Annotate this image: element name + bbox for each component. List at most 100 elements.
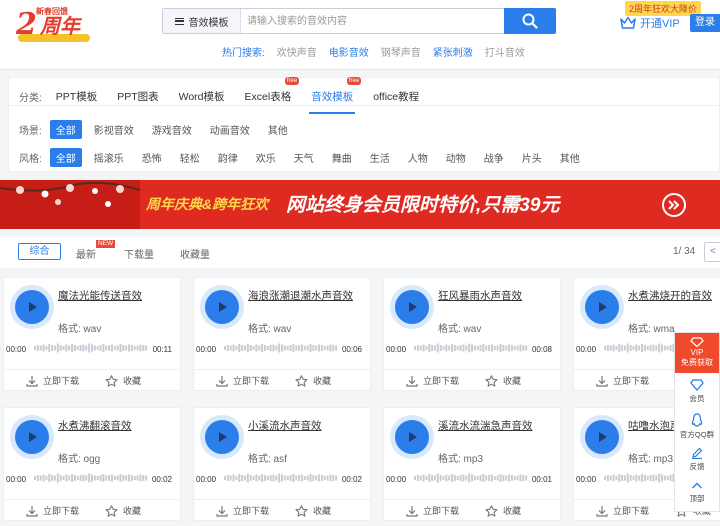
style-option[interactable]: 其他 <box>554 148 586 167</box>
style-option[interactable]: 片头 <box>516 148 548 167</box>
play-button[interactable] <box>200 285 244 329</box>
sort-newest[interactable]: 最新 <box>76 246 96 261</box>
download-button[interactable]: 立即下载 <box>26 504 79 517</box>
favorite-button[interactable]: 收藏 <box>485 504 521 517</box>
download-button[interactable]: 立即下载 <box>596 504 649 517</box>
waveform[interactable] <box>414 342 528 354</box>
sort-downloads[interactable]: 下载量 <box>124 246 154 261</box>
download-button[interactable]: 立即下载 <box>406 504 459 517</box>
category-audio[interactable]: 音效模板 free <box>305 77 362 114</box>
style-option[interactable]: 摇滚乐 <box>88 148 130 167</box>
audio-card[interactable]: 狂风暴雨水声音效 格式: wav 00:00 00:08 立即下载 收藏 <box>383 277 561 391</box>
sort-default[interactable]: 综合 <box>18 243 61 260</box>
audio-title[interactable]: 狂风暴雨水声音效 <box>438 288 522 303</box>
favorite-button[interactable]: 收藏 <box>485 374 521 387</box>
feedback-button[interactable]: 反馈 <box>675 447 719 472</box>
audio-title[interactable]: 海浪涨潮退潮水声音效 <box>248 288 353 303</box>
waveform[interactable] <box>34 342 148 354</box>
play-button[interactable] <box>580 285 624 329</box>
download-icon <box>26 375 38 387</box>
time-end: 00:08 <box>531 345 552 354</box>
style-option[interactable]: 战争 <box>478 148 510 167</box>
login-button[interactable]: 登录 <box>690 14 720 32</box>
audio-card[interactable]: 海浪涨潮退潮水声音效 格式: wav 00:00 00:06 立即下载 收藏 <box>193 277 371 391</box>
search-category-select[interactable]: 音效模板 <box>163 9 241 33</box>
search-input[interactable] <box>247 13 497 29</box>
style-option[interactable]: 天气 <box>288 148 320 167</box>
audio-title[interactable]: 水煮沸烧开的音效 <box>628 288 712 303</box>
prev-page-button[interactable]: < <box>704 242 720 262</box>
category-word[interactable]: Word模板 <box>173 87 231 106</box>
play-button[interactable] <box>390 415 434 459</box>
open-vip-link[interactable]: 开通VIP <box>620 15 680 31</box>
style-option[interactable]: 欢乐 <box>250 148 282 167</box>
scene-option[interactable]: 全部 <box>49 120 82 139</box>
audio-title[interactable]: 咕噜水泡声 <box>628 418 681 433</box>
download-label: 立即下载 <box>233 506 270 516</box>
back-to-top-button[interactable]: 顶部 <box>675 481 719 504</box>
hot-search-link[interactable]: 打斗音效 <box>485 44 525 59</box>
audio-title[interactable]: 水煮沸翻滚音效 <box>58 418 132 433</box>
favorite-button[interactable]: 收藏 <box>295 374 331 387</box>
scene-option[interactable]: 游戏音效 <box>146 120 198 139</box>
download-label: 立即下载 <box>43 376 80 386</box>
audio-card[interactable]: 魔法光能传送音效 格式: wav 00:00 00:11 立即下载 收藏 <box>3 277 181 391</box>
audio-title[interactable]: 小溪流水声音效 <box>248 418 322 433</box>
audio-card[interactable]: 小溪流水声音效 格式: asf 00:00 00:02 立即下载 收藏 <box>193 407 371 521</box>
promo-banner[interactable]: 周年庆典&跨年狂欢 网站终身会员限时特价,只需39元 <box>0 180 720 229</box>
hot-search-link[interactable]: 紧张刺激 <box>433 44 473 59</box>
audio-card[interactable]: 溪流水流湍急声音效 格式: mp3 00:00 00:01 立即下载 收藏 <box>383 407 561 521</box>
hot-search-link[interactable]: 欢快声音 <box>277 44 317 59</box>
star-icon <box>485 504 498 517</box>
download-button[interactable]: 立即下载 <box>596 374 649 387</box>
download-button[interactable]: 立即下载 <box>216 374 269 387</box>
scene-option[interactable]: 影视音效 <box>88 120 140 139</box>
audio-title[interactable]: 溪流水流湍急声音效 <box>438 418 533 433</box>
waveform[interactable] <box>224 342 338 354</box>
vip-free-label: 免费获取 <box>681 358 713 367</box>
style-option[interactable]: 生活 <box>364 148 396 167</box>
hot-search-link[interactable]: 电影音效 <box>329 44 369 59</box>
chevron-up-icon <box>692 482 702 489</box>
category-excel[interactable]: Excel表格 free <box>239 77 300 106</box>
sort-bar: 综合 最新 NEW 下载量 收藏量 1/ 34 < <box>0 236 720 268</box>
style-option[interactable]: 全部 <box>49 148 82 167</box>
favorite-button[interactable]: 收藏 <box>295 504 331 517</box>
audio-format: 格式: ogg <box>58 454 101 465</box>
style-option[interactable]: 恐怖 <box>136 148 168 167</box>
style-option[interactable]: 舞曲 <box>326 148 358 167</box>
play-button[interactable] <box>10 415 54 459</box>
waveform[interactable] <box>34 472 148 484</box>
download-button[interactable]: 立即下载 <box>406 374 459 387</box>
scene-option[interactable]: 动画音效 <box>204 120 256 139</box>
favorite-button[interactable]: 收藏 <box>105 374 141 387</box>
banner-right-text: 网站终身会员限时特价,只需39元 <box>286 195 560 216</box>
scene-option[interactable]: 其他 <box>262 120 294 139</box>
sort-favorites[interactable]: 收藏量 <box>180 246 210 261</box>
download-button[interactable]: 立即下载 <box>26 374 79 387</box>
category-office[interactable]: office教程 <box>367 87 425 106</box>
favorite-button[interactable]: 收藏 <box>105 504 141 517</box>
vip-free-button[interactable]: VIP 免费获取 <box>675 333 719 373</box>
style-option[interactable]: 韵律 <box>212 148 244 167</box>
member-button[interactable]: 会员 <box>675 379 719 404</box>
audio-title[interactable]: 魔法光能传送音效 <box>58 288 142 303</box>
play-button[interactable] <box>200 415 244 459</box>
waveform[interactable] <box>224 472 338 484</box>
play-button[interactable] <box>390 285 434 329</box>
waveform[interactable] <box>414 472 528 484</box>
category-ppt[interactable]: PPT模板 <box>50 87 103 106</box>
qq-group-button[interactable]: 官方QQ群 <box>675 413 719 440</box>
style-option[interactable]: 人物 <box>402 148 434 167</box>
style-option[interactable]: 轻松 <box>174 148 206 167</box>
hot-search-link[interactable]: 钢琴声音 <box>381 44 421 59</box>
play-button[interactable] <box>10 285 54 329</box>
style-option[interactable]: 动物 <box>440 148 472 167</box>
audio-card[interactable]: 水煮沸翻滚音效 格式: ogg 00:00 00:02 立即下载 收藏 <box>3 407 181 521</box>
play-icon <box>205 290 239 324</box>
search-button[interactable] <box>504 8 556 34</box>
category-ppt-chart[interactable]: PPT图表 <box>111 87 164 106</box>
site-logo[interactable]: 新春回馈 2 周年 <box>14 6 94 42</box>
download-button[interactable]: 立即下载 <box>216 504 269 517</box>
play-button[interactable] <box>580 415 624 459</box>
